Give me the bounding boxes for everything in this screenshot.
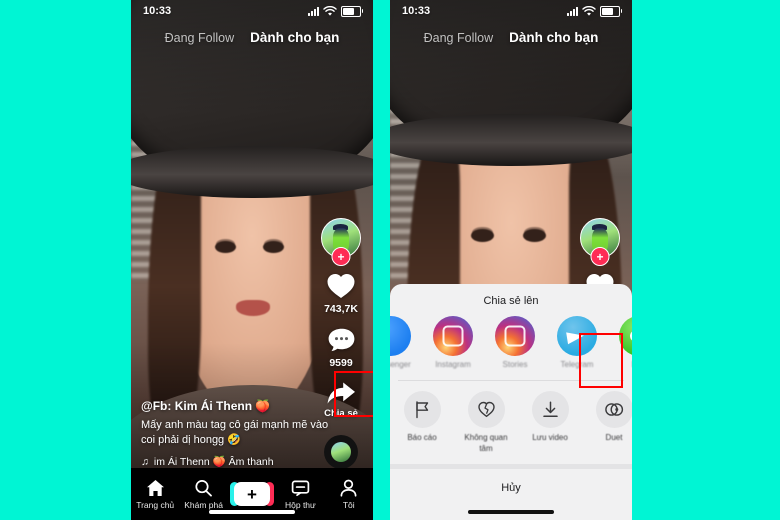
avatar-with-follow-right[interactable]: + — [580, 218, 620, 266]
home-indicator-right — [468, 510, 554, 514]
status-bar-right: 10:33 — [390, 0, 632, 22]
nav-item-discover[interactable]: Khám phá — [182, 479, 226, 510]
like-count: 743,7K — [324, 303, 358, 315]
inbox-icon — [291, 480, 310, 496]
phone-screen-right: 10:33 Đang Follow Dành cho bạn + Chia sẻ… — [390, 0, 632, 520]
helmet-rim — [131, 145, 373, 198]
download-icon-wrap — [531, 391, 569, 429]
share-app-label: Stories — [502, 360, 528, 370]
action-duet[interactable]: Duet — [588, 391, 632, 454]
telegram-icon — [557, 316, 597, 357]
comment-count: 9599 — [329, 357, 353, 369]
comment-button[interactable]: 9599 — [327, 327, 356, 369]
avatar-with-follow[interactable]: + — [321, 218, 361, 266]
broken-heart-icon-wrap — [467, 391, 505, 429]
home-indicator-left — [209, 510, 295, 514]
nav-label-profile: Tôi — [342, 499, 355, 510]
share-app-label: Telegram — [560, 360, 594, 370]
wifi-icon-right — [582, 5, 596, 16]
top-tabs: Đang Follow Dành cho bạn — [131, 30, 373, 45]
share-app-label: Messenger — [390, 360, 411, 370]
plus-icon[interactable]: + — [229, 482, 274, 506]
nav-item-profile[interactable]: Tôi — [327, 479, 371, 510]
share-app-instagram[interactable]: Instagram — [428, 316, 478, 370]
comment-bubble-icon — [328, 328, 354, 352]
follow-plus-button[interactable]: + — [331, 247, 351, 266]
share-sheet-title: Chia sẻ lên — [483, 295, 539, 308]
music-disc-art — [331, 442, 351, 462]
flag-icon — [415, 401, 428, 419]
line-icon — [619, 316, 632, 357]
action-not-interested[interactable]: Không quan tâm — [460, 391, 512, 454]
duet-icon — [605, 403, 624, 417]
eye-left — [215, 241, 236, 254]
instagram-stories-icon — [495, 316, 535, 357]
nav-label-home: Trang chủ — [136, 499, 175, 510]
eye-left-right — [470, 228, 494, 242]
wifi-icon — [323, 5, 337, 16]
battery-icon-right — [600, 5, 622, 17]
phone-screen-left: 10:33 Đang Follow Dành cho bạn + 743,7K … — [131, 0, 373, 520]
heart-icon — [327, 274, 355, 298]
download-icon — [542, 401, 558, 418]
nav-item-create[interactable]: + — [229, 482, 274, 506]
screenshot-stage: 10:33 Đang Follow Dành cho bạn + 743,7K … — [0, 0, 780, 520]
action-label: Báo cáo — [407, 433, 437, 443]
share-actions-row: Báo cáo Không quan tâm Lưu video Duet — [390, 381, 632, 464]
signal-bars-icon — [308, 6, 319, 16]
duet-icon-wrap — [595, 391, 632, 429]
status-indicators — [308, 5, 363, 17]
action-label: Duet — [605, 433, 623, 443]
share-app-stories[interactable]: Stories — [490, 316, 540, 370]
status-bar: 10:33 — [131, 0, 373, 22]
broken-heart-icon — [477, 402, 495, 418]
share-app-label: Line — [631, 360, 632, 369]
tab-following[interactable]: Đang Follow — [165, 31, 234, 45]
share-app-messenger[interactable]: Messenger — [390, 316, 416, 370]
like-button[interactable]: 743,7K — [324, 272, 358, 315]
status-time-right: 10:33 — [402, 5, 431, 17]
video-caption: @Fb: Kim Ái Thenn 🍑 Mấy anh màu tag cô g… — [141, 399, 331, 468]
mouth — [236, 299, 270, 316]
eye-right-right — [523, 228, 546, 242]
flag-icon-wrap — [403, 391, 441, 429]
caption-username[interactable]: @Fb: Kim Ái Thenn 🍑 — [141, 399, 331, 413]
action-label: Lưu video — [532, 433, 568, 443]
nav-label-discover: Khám phá — [184, 499, 223, 510]
home-icon — [146, 479, 164, 496]
share-app-telegram[interactable]: Telegram — [552, 316, 602, 370]
music-title: im Ái Thenn 🍑 Âm thanh — [153, 456, 274, 468]
action-save-video[interactable]: Lưu video — [524, 391, 576, 454]
follow-plus-button-right[interactable]: + — [590, 247, 610, 266]
share-sheet: Chia sẻ lên Messenger Instagram Stories … — [390, 284, 632, 520]
battery-icon — [341, 5, 363, 17]
search-icon — [195, 479, 212, 496]
instagram-icon — [433, 316, 473, 357]
action-label: Không quan tâm — [464, 433, 508, 453]
profile-icon — [340, 479, 357, 497]
tab-following-right[interactable]: Đang Follow — [424, 31, 493, 45]
caption-text: Mấy anh màu tag cô gái mạnh mẽ vào coi p… — [141, 418, 329, 447]
tab-for-you-right[interactable]: Dành cho bạn — [509, 30, 598, 45]
status-time: 10:33 — [143, 5, 172, 17]
signal-bars-icon-right — [567, 6, 578, 16]
top-tabs-right: Đang Follow Dành cho bạn — [390, 30, 632, 45]
share-app-line[interactable]: Line — [614, 316, 632, 370]
status-indicators-right — [567, 5, 622, 17]
nav-label-inbox: Hộp thư — [284, 499, 316, 510]
messenger-icon — [390, 316, 411, 357]
share-app-label: Instagram — [435, 360, 471, 370]
helmet-rim-right — [390, 114, 632, 167]
nav-item-home[interactable]: Trang chủ — [133, 479, 177, 510]
share-apps-row: Messenger Instagram Stories Telegram Lin… — [390, 316, 632, 378]
music-note-icon: ♫ — [141, 455, 149, 468]
action-report[interactable]: Báo cáo — [396, 391, 448, 454]
nav-item-inbox[interactable]: Hộp thư — [278, 479, 322, 510]
caption-music[interactable]: ♫ im Ái Thenn 🍑 Âm thanh — [141, 455, 331, 469]
eye-right — [263, 241, 284, 254]
tab-for-you[interactable]: Dành cho bạn — [250, 30, 339, 45]
